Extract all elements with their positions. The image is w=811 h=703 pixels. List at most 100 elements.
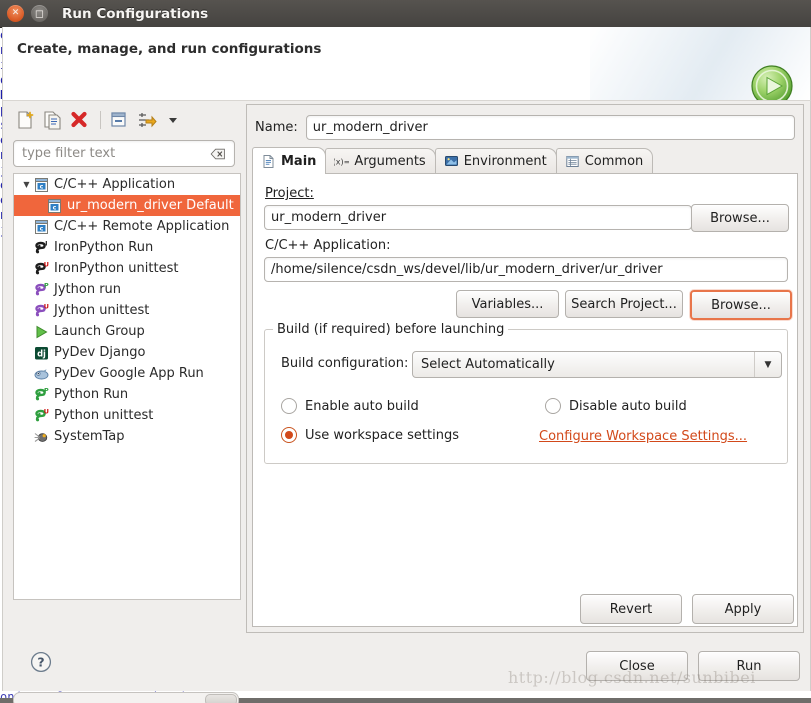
cpp-app-icon: c	[46, 198, 63, 214]
tree-expand-arrow-icon[interactable]: ▼	[20, 180, 33, 189]
variables-button[interactable]: Variables...	[456, 290, 559, 318]
tree-item-label: SystemTap	[54, 429, 125, 444]
tab-label: Environment	[463, 154, 547, 169]
svg-text:U: U	[44, 408, 49, 416]
python-run-icon: P	[33, 386, 50, 403]
tree-item-label: IronPython Run	[54, 240, 154, 255]
chevron-down-icon[interactable]: ▼	[754, 352, 781, 377]
tree-item-systemtap[interactable]: SystemTap	[14, 426, 240, 447]
tab-label: Main	[281, 153, 317, 169]
collapse-all-icon[interactable]	[107, 108, 131, 132]
dialog-body: type filter text ▼ c C/C++ Application c ur_…	[2, 100, 811, 703]
name-input[interactable]: ur_modern_driver	[305, 114, 795, 140]
svg-text:P: P	[44, 282, 49, 290]
tab-common[interactable]: Common	[555, 148, 654, 174]
banner: Create, manage, and run configurations	[2, 27, 811, 100]
tree-item-label: Jython unittest	[54, 303, 150, 318]
radio-enable-auto-build[interactable]: Enable auto build	[281, 398, 419, 414]
page-title: Create, manage, and run configurations	[17, 41, 322, 57]
tab-arguments[interactable]: (x)= Arguments	[325, 148, 436, 174]
apply-button[interactable]: Apply	[692, 594, 794, 624]
systemtap-icon	[33, 429, 50, 445]
run-button[interactable]: Run	[698, 651, 800, 681]
duplicate-configuration-icon[interactable]	[40, 108, 64, 132]
configuration-editor: Name: ur_modern_driver Main (x)= Arguments…	[246, 104, 804, 633]
radio-indicator	[545, 398, 561, 414]
run-configurations-screen: e n i o D p s e n j e e n j on( result, …	[0, 0, 811, 703]
python-unittest-icon: U	[33, 407, 50, 424]
configure-workspace-settings-link[interactable]: Configure Workspace Settings...	[539, 429, 747, 444]
new-configuration-icon[interactable]	[13, 108, 37, 132]
tab-main[interactable]: Main	[252, 147, 327, 174]
radio-enable-auto-build-label: Enable auto build	[305, 398, 419, 414]
footer-buttons: Close Run	[586, 651, 800, 681]
search-project-button[interactable]: Search Project...	[565, 290, 683, 318]
pydev-gae-icon	[33, 366, 50, 382]
tab-label: Arguments	[354, 154, 426, 169]
revert-button[interactable]: Revert	[580, 594, 682, 624]
environment-icon	[444, 154, 459, 169]
tree-item-python-run[interactable]: P Python Run	[14, 384, 240, 405]
project-input[interactable]: ur_modern_driver	[264, 205, 692, 230]
menu-chevron-down-icon[interactable]	[161, 108, 185, 132]
tree-item-jython-unittest[interactable]: U Jython unittest	[14, 300, 240, 321]
configurations-toolbar	[13, 104, 241, 136]
document-icon	[261, 154, 276, 169]
tree-item-pydev-google-app-run[interactable]: PyDev Google App Run	[14, 363, 240, 384]
tree-item-label: PyDev Django	[54, 345, 146, 360]
tree-item-ironpython-run[interactable]: I IronPython Run	[14, 237, 240, 258]
tree-item-label: C/C++ Remote Application	[54, 219, 230, 234]
application-browse-button[interactable]: Browse...	[690, 290, 792, 320]
svg-text:U: U	[44, 303, 49, 311]
tree-item-ironpython-unittest[interactable]: U IronPython unittest	[14, 258, 240, 279]
build-configuration-select[interactable]: Select Automatically ▼	[412, 351, 782, 378]
configurations-tree[interactable]: ▼ c C/C++ Application c ur_modern_driver Def…	[13, 173, 241, 600]
svg-text:U: U	[44, 261, 49, 269]
tree-horizontal-scrollbar[interactable]	[13, 692, 239, 703]
common-icon	[565, 154, 580, 169]
tree-item-label: Python unittest	[54, 408, 154, 423]
tree-item-jython-run[interactable]: P Jython run	[14, 279, 240, 300]
launch-group-icon	[33, 324, 50, 340]
radio-disable-auto-build-label: Disable auto build	[569, 398, 687, 414]
radio-use-workspace-settings[interactable]: Use workspace settings	[281, 427, 459, 443]
tab-label: Common	[584, 154, 644, 169]
svg-text:P: P	[44, 387, 49, 395]
help-question-icon[interactable]: ?	[30, 651, 52, 673]
radio-use-workspace-settings-label: Use workspace settings	[305, 427, 459, 443]
toolbar-separator	[100, 111, 101, 129]
radio-indicator	[281, 398, 297, 414]
delete-configuration-icon[interactable]	[67, 108, 91, 132]
tree-item-c-c-application[interactable]: ▼ c C/C++ Application	[14, 174, 240, 195]
dialog-footer: ? Close Run	[5, 639, 811, 691]
radio-disable-auto-build[interactable]: Disable auto build	[545, 398, 687, 414]
ironpython-run-icon: I	[33, 239, 50, 256]
application-input[interactable]: /home/silence/csdn_ws/devel/lib/ur_moder…	[264, 257, 788, 282]
tree-item-label: IronPython unittest	[54, 261, 179, 276]
arguments-icon: (x)=	[334, 154, 349, 169]
minimize-icon[interactable]: ◻	[31, 5, 48, 22]
filter-icon[interactable]	[134, 108, 158, 132]
tree-item-label: C/C++ Application	[54, 177, 176, 192]
svg-text:?: ?	[37, 655, 44, 670]
svg-text:I: I	[45, 240, 47, 248]
tree-item-python-unittest[interactable]: U Python unittest	[14, 405, 240, 426]
tree-item-pydev-django[interactable]: dj PyDev Django	[14, 342, 240, 363]
close-icon[interactable]: ✕	[7, 5, 24, 22]
project-label: Project:	[265, 186, 314, 201]
svg-text:c: c	[40, 224, 44, 232]
tree-item-c-c-remote-application[interactable]: c C/C++ Remote Application	[14, 216, 240, 237]
build-configuration-label: Build configuration:	[281, 356, 409, 371]
tree-item-label: Python Run	[54, 387, 129, 402]
project-browse-button[interactable]: Browse...	[691, 204, 789, 232]
close-button[interactable]: Close	[586, 651, 688, 681]
svg-text:(x)=: (x)=	[334, 158, 349, 167]
svg-text:c: c	[40, 182, 44, 190]
clear-field-icon[interactable]	[210, 148, 226, 160]
tab-environment[interactable]: Environment	[434, 148, 557, 174]
scrollbar-thumb[interactable]	[205, 694, 237, 703]
filter-input[interactable]: type filter text	[13, 140, 235, 167]
tree-item-ur-modern-driver-default[interactable]: c ur_modern_driver Default	[14, 195, 240, 216]
svg-text:dj: dj	[37, 348, 46, 358]
tree-item-launch-group[interactable]: Launch Group	[14, 321, 240, 342]
